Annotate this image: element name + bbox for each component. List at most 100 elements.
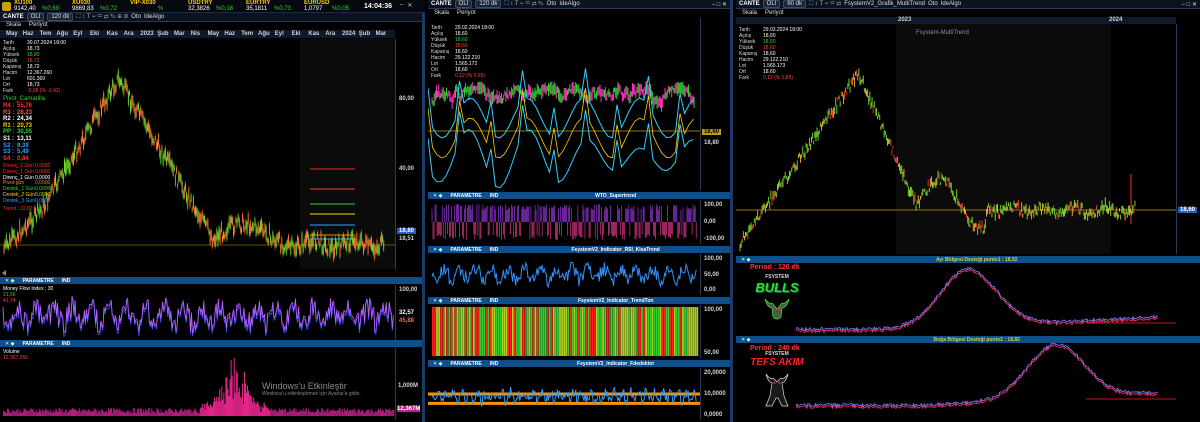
- volume-parametre-button[interactable]: PARAMETRE: [22, 341, 53, 347]
- volume-bar: [271, 409, 273, 416]
- mid-candle: [536, 83, 538, 95]
- candle: [76, 151, 78, 162]
- ticker-item[interactable]: VIP-X030%: [130, 0, 186, 13]
- idealgo-button[interactable]: IdeAlgo: [144, 14, 164, 20]
- panel-close-icon[interactable]: ✕ ◆: [433, 361, 442, 367]
- panel-ind-button[interactable]: IND: [490, 193, 499, 199]
- candle: [132, 95, 134, 106]
- mid-idealgo-button[interactable]: IdeAlgo: [559, 1, 579, 7]
- trendton-bar: [483, 307, 486, 356]
- ticker-item[interactable]: XU030 9869,83 %0,72: [72, 0, 128, 13]
- candle: [70, 156, 72, 161]
- mid-tool-icons[interactable]: ⛶ ↕ T ⌁ ▭ ⇄ ✎: [504, 0, 543, 8]
- volume-bar: [354, 408, 356, 416]
- mid-candle: [608, 88, 610, 98]
- right-periyot-menu[interactable]: Periyot: [765, 10, 784, 17]
- ticker-change: %0,69: [42, 6, 60, 12]
- right-window-controls[interactable]: – □ ✕: [1182, 1, 1197, 8]
- panel-parametre-button[interactable]: PARAMETRE: [450, 361, 481, 367]
- right-symbol-dropdown[interactable]: OLI: [762, 0, 781, 8]
- mid-panel-chart[interactable]: [428, 305, 700, 358]
- periyot-menu[interactable]: Periyot: [29, 22, 48, 29]
- volume-bar: [16, 409, 18, 416]
- candle: [369, 239, 371, 247]
- volume-bar: [289, 408, 291, 416]
- tool-icons[interactable]: ⛶ ↕ T ⌁ ▭ ⇄ ✎ ⊕ ⊗: [76, 13, 128, 21]
- mid-skala-menu[interactable]: Skala: [434, 10, 449, 17]
- volume-bar: [351, 410, 353, 416]
- mfi-parametre-button[interactable]: PARAMETRE: [22, 278, 53, 284]
- ticker-item[interactable]: USDTRY 32,3826 %0,18: [188, 0, 244, 13]
- candle: [261, 218, 263, 231]
- skala-menu[interactable]: Skala: [6, 22, 21, 29]
- right-candle: [920, 196, 921, 200]
- mid-symbol-dropdown[interactable]: OLI: [454, 0, 473, 8]
- right-system-name[interactable]: FsystemV2_Grafik_MultiTrend: [844, 1, 925, 7]
- candle: [222, 235, 223, 243]
- mid-panel-chart[interactable]: [428, 368, 700, 420]
- mid-candle: [647, 84, 649, 98]
- mid-panel-chart[interactable]: [428, 200, 700, 244]
- right-oto-button[interactable]: Oto: [928, 1, 938, 7]
- right-candle: [1118, 214, 1119, 218]
- symbol-dropdown[interactable]: OLI: [26, 13, 45, 21]
- mid-panel-header: ✕ ◆ PARAMETRE IND FsystemV2_Indicator_RSI_K…: [428, 246, 730, 253]
- right-panel-line: [795, 343, 1158, 408]
- mfi-chart[interactable]: [0, 285, 395, 345]
- ticker-item[interactable]: EURTRY 35,1811 %0,73: [246, 0, 302, 13]
- tick-low: 18,51: [399, 236, 415, 242]
- volume-bar: [42, 409, 44, 416]
- volume-bar: [81, 409, 83, 416]
- volume-close-icon[interactable]: ✕ ◆: [5, 341, 14, 347]
- panel-close-icon[interactable]: ✕ ◆: [433, 247, 442, 253]
- panel-ind-button[interactable]: IND: [490, 298, 499, 304]
- ticker-item[interactable]: EURUSD 1,0797 %0,05: [304, 0, 360, 13]
- right-tool-icons[interactable]: ⛶ ↕ T ⌁ ▭ ⇄: [809, 0, 841, 8]
- right-period-dropdown[interactable]: 60 dk: [783, 0, 807, 8]
- panel-close-icon[interactable]: ✕ ◆: [433, 298, 442, 304]
- mid-panel-chart[interactable]: [428, 254, 700, 295]
- mid-candle: [643, 88, 645, 99]
- mid-oto-button[interactable]: Oto: [547, 1, 557, 7]
- right-candle: [1065, 205, 1067, 214]
- volume-ind-button[interactable]: IND: [62, 341, 71, 347]
- period-dropdown[interactable]: 120 dk: [47, 13, 74, 21]
- mid-window-controls[interactable]: – □ ✕: [712, 1, 727, 8]
- right-skala-menu[interactable]: Skala: [742, 10, 757, 17]
- scroll-left-icon[interactable]: [2, 270, 6, 276]
- mid-symbol-selector[interactable]: CANTE: [431, 1, 452, 7]
- right-candle: [1091, 212, 1093, 218]
- panel-parametre-button[interactable]: PARAMETRE: [450, 193, 481, 199]
- mfi-close-icon[interactable]: ✕ ◆: [5, 278, 14, 284]
- symbol-selector[interactable]: CANTE: [3, 14, 24, 20]
- right-p2-close-icon[interactable]: ✕ ◆: [741, 337, 750, 343]
- mid-periyot-menu[interactable]: Periyot: [457, 10, 476, 17]
- mfi-ind-button[interactable]: IND: [62, 278, 71, 284]
- right-symbol-selector[interactable]: CANTE: [739, 1, 760, 7]
- candle: [254, 218, 256, 226]
- right-candle: [861, 78, 863, 83]
- ticker-item[interactable]: XU100 9142,40 %0,69: [14, 0, 70, 13]
- right-candle: [807, 147, 809, 152]
- close-button[interactable]: ✕: [407, 2, 412, 9]
- panel-ind-button[interactable]: IND: [490, 247, 499, 253]
- panel-ind-button[interactable]: IND: [490, 361, 499, 367]
- right-idealgo-button[interactable]: IdeAlgo: [941, 1, 961, 7]
- trendton-bar: [548, 307, 551, 356]
- right-p1-close-icon[interactable]: ✕ ◆: [741, 257, 750, 263]
- volume-bar: [109, 410, 110, 416]
- candle: [154, 136, 156, 141]
- candle: [237, 214, 239, 221]
- pivot-row: R2 :24,34: [3, 116, 63, 123]
- minimize-button[interactable]: –: [400, 2, 403, 9]
- mid-period-dropdown[interactable]: 120 dk: [475, 0, 502, 8]
- volume-bar: [13, 409, 15, 416]
- oto-button[interactable]: Oto: [131, 14, 141, 20]
- panel-parametre-button[interactable]: PARAMETRE: [450, 298, 481, 304]
- ohlc-value: -0,08 (% -0,42): [27, 88, 61, 94]
- panel-close-icon[interactable]: ✕ ◆: [433, 193, 442, 199]
- mid-candle: [693, 96, 695, 109]
- panel-parametre-button[interactable]: PARAMETRE: [450, 247, 481, 253]
- volume-bar: [152, 411, 154, 416]
- right-price-chart[interactable]: [736, 24, 1176, 254]
